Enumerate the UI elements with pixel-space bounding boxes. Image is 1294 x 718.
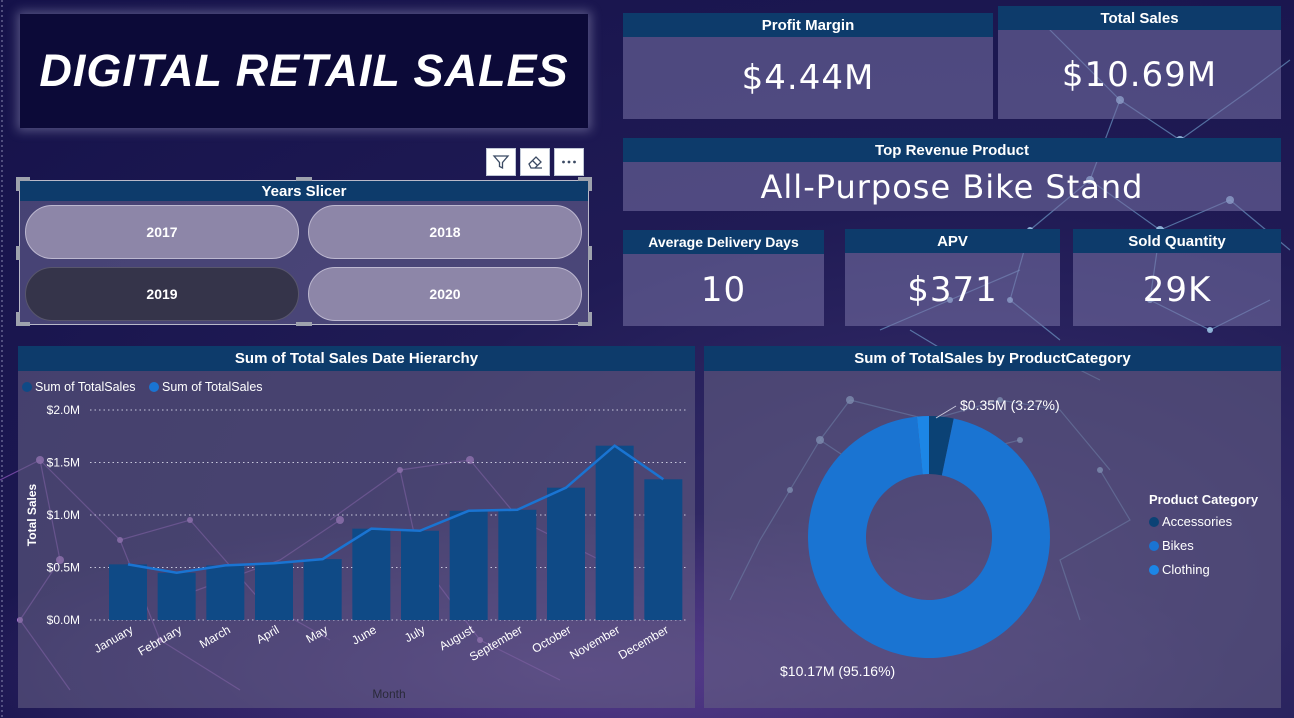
kpi-card-profit-margin[interactable]: Profit Margin $4.44M [623, 13, 993, 119]
resize-handle[interactable] [296, 177, 312, 181]
bar-february[interactable] [157, 572, 196, 620]
kpi-label: Total Sales [998, 6, 1281, 30]
slicer-option-2019[interactable]: 2019 [25, 267, 299, 321]
eraser-icon[interactable] [520, 148, 550, 176]
bar-october[interactable] [547, 487, 585, 620]
dashboard-title-box: DIGITAL RETAIL SALES [20, 14, 588, 128]
x-tick-label: April [254, 622, 282, 646]
filter-icon[interactable] [486, 148, 516, 176]
kpi-label: Top Revenue Product [623, 138, 1281, 162]
y-tick-label: $2.0M [47, 403, 80, 417]
legend-label: Accessories [1162, 514, 1233, 529]
bar-april[interactable] [255, 563, 293, 620]
leader-line [935, 405, 957, 419]
slicer-option-2020[interactable]: 2020 [308, 267, 582, 321]
dashboard-title: DIGITAL RETAIL SALES [39, 45, 569, 96]
x-axis-title: Month [372, 687, 405, 701]
kpi-card-total-sales[interactable]: Total Sales $10.69M [998, 6, 1281, 119]
kpi-card-top-revenue-product[interactable]: Top Revenue Product All-Purpose Bike Sta… [623, 138, 1281, 211]
kpi-card-sold-quantity[interactable]: Sold Quantity 29K [1073, 229, 1281, 326]
x-tick-label: November [567, 622, 622, 662]
resize-handle[interactable] [588, 246, 592, 260]
slicer-option-2017[interactable]: 2017 [25, 205, 299, 259]
resize-handle[interactable] [16, 177, 20, 191]
donut-legend: Product Category Accessories Bikes Cloth… [1149, 492, 1258, 586]
kpi-value: 29K [1142, 269, 1212, 310]
y-tick-label: $0.0M [47, 613, 80, 627]
x-tick-label: January [92, 622, 136, 655]
kpi-card-apv[interactable]: APV $371 [845, 229, 1060, 326]
years-slicer[interactable]: Years Slicer 2017 2018 2019 2020 [19, 180, 589, 325]
bar-july[interactable] [401, 530, 439, 620]
legend-dot [1149, 565, 1159, 575]
visual-toolbar [486, 148, 584, 176]
bar-december[interactable] [644, 479, 683, 620]
y-tick-label: $1.0M [47, 508, 80, 522]
x-tick-label: September [467, 622, 525, 663]
donut-data-label: $10.17M (95.16%) [780, 663, 895, 679]
kpi-value: $10.69M [1061, 54, 1218, 95]
resize-handle[interactable] [588, 177, 592, 191]
kpi-label: Average Delivery Days [623, 230, 824, 254]
legend-dot [1149, 541, 1159, 551]
combo-chart-plot: $2.0M $1.5M $1.0M $0.5M $0.0M January February… [25, 403, 688, 701]
donut-data-label: $0.35M (3.27%) [960, 397, 1060, 413]
x-tick-label: June [349, 622, 379, 647]
bar-june[interactable] [352, 528, 391, 620]
y-axis-title: Total Sales [25, 483, 39, 546]
bar-november[interactable] [595, 445, 634, 620]
more-options-icon[interactable] [554, 148, 584, 176]
resize-handle[interactable] [16, 246, 20, 260]
legend-label: Clothing [1162, 562, 1210, 577]
x-tick-label: July [402, 622, 427, 645]
kpi-value: $371 [907, 269, 998, 310]
kpi-card-average-delivery-days[interactable]: Average Delivery Days 10 [623, 230, 824, 326]
legend-item-accessories[interactable]: Accessories [1149, 514, 1258, 529]
y-tick-label: $1.5M [47, 456, 80, 470]
x-tick-label: February [136, 622, 185, 658]
resize-handle[interactable] [16, 312, 20, 326]
y-tick-label: $0.5M [47, 561, 80, 575]
bar-january[interactable] [109, 564, 147, 620]
resize-handle[interactable] [296, 322, 312, 326]
bar-may[interactable] [303, 559, 342, 620]
kpi-value: All-Purpose Bike Stand [760, 167, 1144, 206]
kpi-label: APV [845, 229, 1060, 253]
slicer-option-2018[interactable]: 2018 [308, 205, 582, 259]
bar-august[interactable] [449, 510, 488, 620]
legend-item-clothing[interactable]: Clothing [1149, 562, 1258, 577]
kpi-label: Sold Quantity [1073, 229, 1281, 253]
legend-title: Product Category [1149, 492, 1259, 507]
legend-dot [1149, 517, 1159, 527]
legend-label: Bikes [1162, 538, 1194, 553]
x-tick-label: March [197, 622, 233, 651]
legend-item-bikes[interactable]: Bikes [1149, 538, 1258, 553]
bar-march[interactable] [206, 565, 245, 620]
kpi-label: Profit Margin [623, 13, 993, 37]
kpi-value: $4.44M [741, 58, 875, 98]
x-tick-label: May [304, 622, 331, 645]
slicer-title: Years Slicer [20, 181, 588, 201]
resize-handle[interactable] [588, 312, 592, 326]
bar-september[interactable] [498, 509, 537, 620]
kpi-value: 10 [700, 270, 747, 310]
x-tick-label: December [616, 622, 671, 662]
